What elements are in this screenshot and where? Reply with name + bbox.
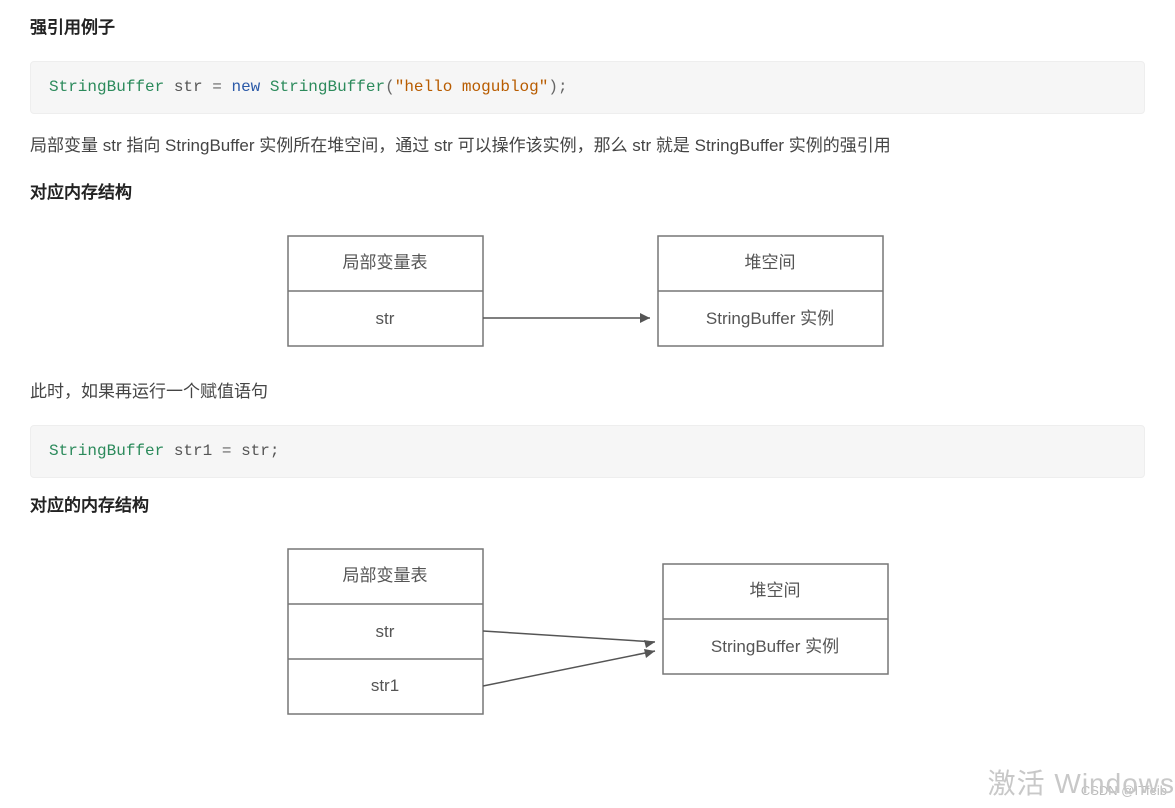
d2-left-header: 局部变量表 (342, 566, 427, 585)
token-type: StringBuffer (270, 78, 385, 96)
d1-left-cell: str (375, 309, 394, 328)
heading-memory-structure: 对应内存结构 (30, 179, 1145, 208)
heading-memory-structure-2: 对应的内存结构 (30, 492, 1145, 521)
token-type: StringBuffer (49, 442, 164, 460)
d1-left-header: 局部变量表 (342, 253, 427, 272)
paragraph-2: 此时，如果再运行一个赋值语句 (30, 378, 1145, 407)
d2-left-cell1: str (375, 622, 394, 641)
token-eq: = (212, 78, 222, 96)
d2-right-header: 堆空间 (749, 581, 800, 600)
token-type: StringBuffer (49, 78, 164, 96)
token-keyword: new (231, 78, 260, 96)
watermark-activate-windows: 激活 Windows (988, 760, 1175, 808)
code-block-2: StringBuffer str1 = str; (30, 425, 1145, 478)
d1-right-cell: StringBuffer 实例 (705, 309, 833, 328)
token-lp: ( (385, 78, 395, 96)
diagram-1: 局部变量表 str 堆空间 StringBuffer 实例 (30, 226, 1145, 356)
d2-left-cell2: str1 (370, 676, 398, 695)
heading-strong-ref-example: 强引用例子 (30, 14, 1145, 43)
token-eq: = (222, 442, 232, 460)
diagram-2: 局部变量表 str str1 堆空间 StringBuffer 实例 (30, 539, 1145, 729)
d2-right-cell: StringBuffer 实例 (710, 637, 838, 656)
code-block-1: StringBuffer str = new StringBuffer("hel… (30, 61, 1145, 114)
token-rp: ); (548, 78, 567, 96)
token-var: str1 (174, 442, 212, 460)
token-rhs: str; (241, 442, 279, 460)
token-var: str (174, 78, 203, 96)
token-string: "hello mogublog" (395, 78, 549, 96)
paragraph-1: 局部变量 str 指向 StringBuffer 实例所在堆空间，通过 str … (30, 132, 1145, 161)
d1-right-header: 堆空间 (744, 253, 795, 272)
